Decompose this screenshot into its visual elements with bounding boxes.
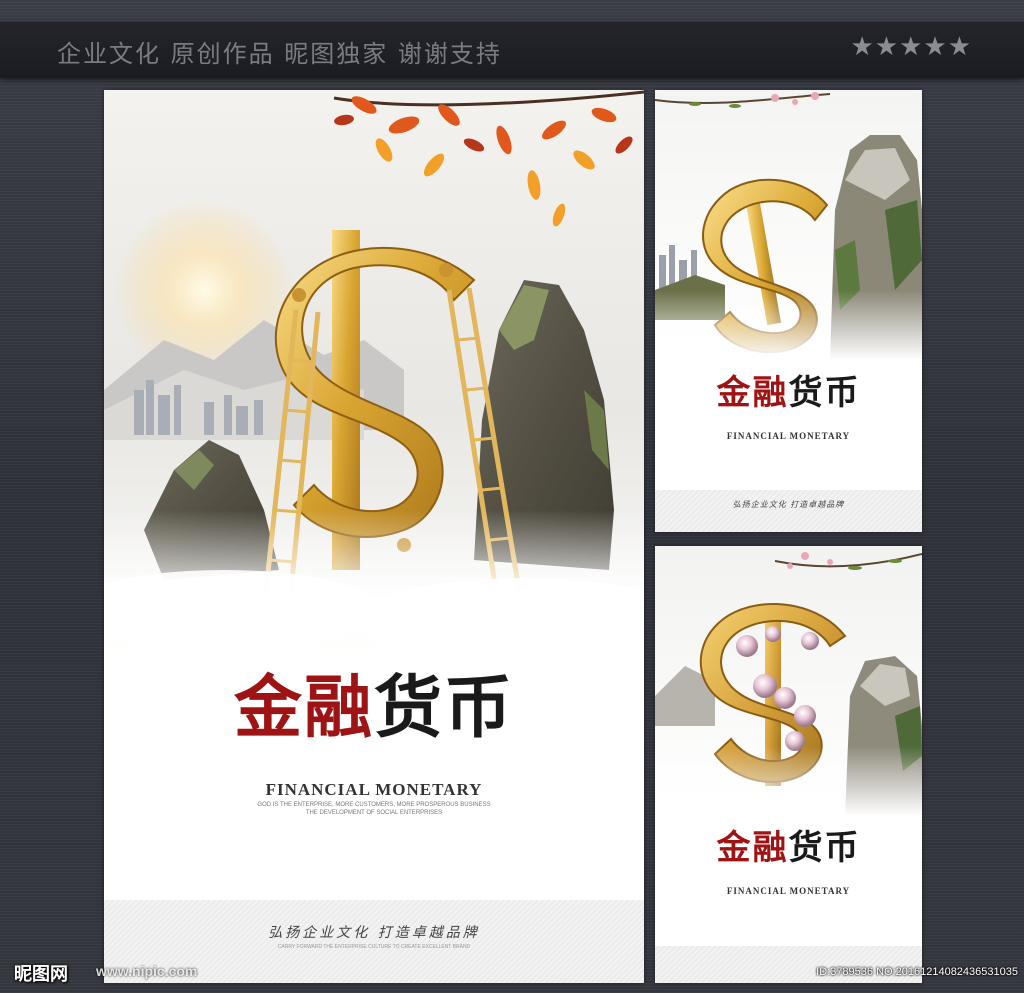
poster-main-en-sub-2: THE DEVELOPMENT OF SOCIAL ENTERPRISES xyxy=(305,810,443,816)
poster-main-cn-title-red: 金融 xyxy=(233,668,374,748)
watermark-id: ID:3789536 NO:20161214082436531035 xyxy=(816,966,1018,978)
poster-side-b-scene xyxy=(655,546,922,816)
poster-side-b-cn-title-black: 货币 xyxy=(788,828,861,868)
poster-main-footer-sub: CARRY FORWARD THE ENTERPRISE CULTURE TO … xyxy=(277,944,471,950)
poster-main-en-sub-1: GOD IS THE ENTERPRISE, MORE CUSTOMERS, M… xyxy=(257,802,491,808)
gold-dollar-mountain-illustration xyxy=(655,90,922,360)
poster-side-a-scene xyxy=(655,90,922,360)
diamond-dollar-illustration xyxy=(655,546,922,816)
poster-side-a-cn-title: 金融货币 xyxy=(655,373,922,413)
poster-main-footer-slogan: 弘扬企业文化 打造卓越品牌 xyxy=(268,925,480,941)
poster-main-scene xyxy=(104,90,644,730)
poster-main-en-title: FINANCIAL MONETARY xyxy=(265,780,483,799)
dollar-ladder-illustration xyxy=(104,90,644,730)
poster-side-b-en-title: FINANCIAL MONETARY xyxy=(726,886,851,896)
poster-side-a-cn-title-red: 金融 xyxy=(716,373,789,413)
poster-side-b: 金融货币 FINANCIAL MONETARY xyxy=(655,546,922,983)
rating-stars: ★★★★★ xyxy=(850,32,972,62)
poster-side-a: 金融货币 FINANCIAL MONETARY 弘扬企业文化 打造卓越品牌 xyxy=(655,90,922,532)
poster-side-b-cn-title-red: 金融 xyxy=(716,828,789,868)
watermark-url: www.nipic.com xyxy=(96,963,198,979)
poster-main: 金融货币 FINANCIAL MONETARY GOD IS THE ENTER… xyxy=(104,90,644,983)
header-bar: 企业文化 原创作品 昵图独家 谢谢支持 ★★★★★ xyxy=(0,22,1024,78)
poster-side-a-footer: 弘扬企业文化 打造卓越品牌 xyxy=(655,490,922,532)
poster-side-b-cn-title: 金融货币 xyxy=(655,828,922,868)
poster-main-cn-title: 金融货币 xyxy=(104,668,644,748)
poster-side-a-en-title: FINANCIAL MONETARY xyxy=(726,431,851,441)
poster-side-a-footer-slogan: 弘扬企业文化 打造卓越品牌 xyxy=(732,500,845,509)
header-title: 企业文化 原创作品 昵图独家 谢谢支持 xyxy=(57,40,502,68)
poster-main-cn-title-black: 货币 xyxy=(374,668,515,748)
watermark-logo: 昵图网 xyxy=(14,964,68,985)
poster-side-a-cn-title-black: 货币 xyxy=(788,373,861,413)
